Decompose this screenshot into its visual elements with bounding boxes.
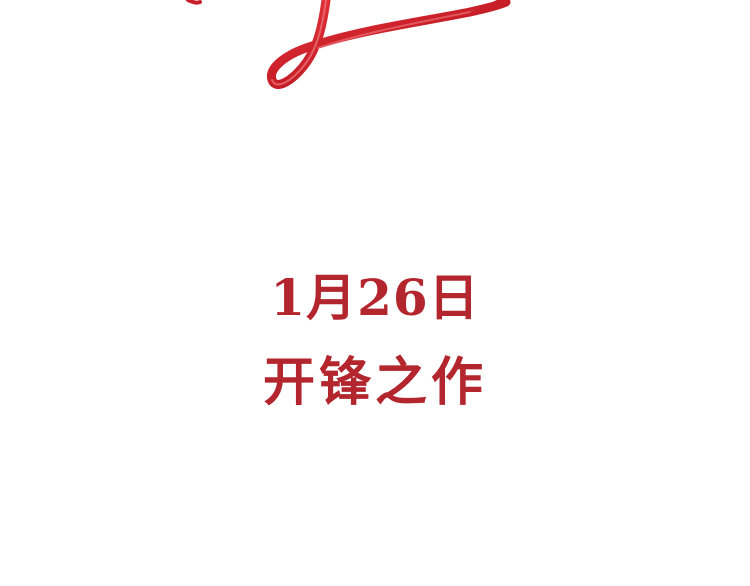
release-date-text: 1月26日 bbox=[270, 268, 480, 327]
red-ribbon-calligraphy-icon bbox=[186, 0, 511, 89]
poster: 1月26日 开锋之作 bbox=[0, 0, 750, 586]
subtitle-text: 开锋之作 bbox=[262, 352, 487, 413]
